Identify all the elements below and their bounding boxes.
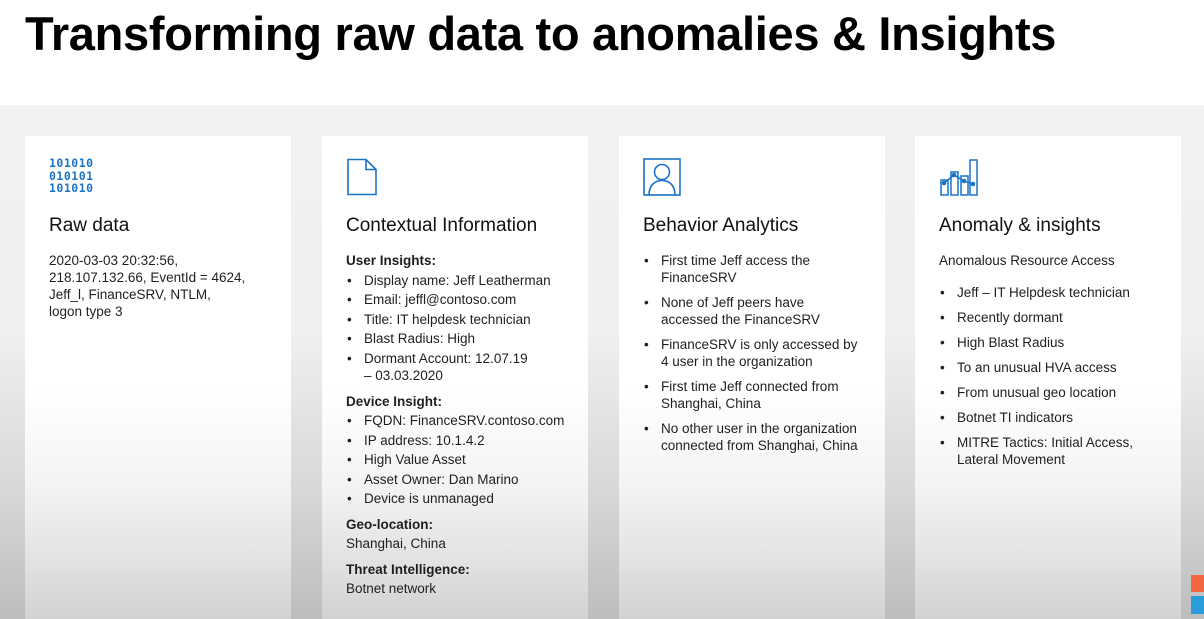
card-anomaly-insights: Anomaly & insights Anomalous Resource Ac… (915, 136, 1181, 619)
list-item: No other user in the organization connec… (643, 420, 866, 454)
corner-tile-blue (1191, 596, 1204, 614)
behavior-analytics-body: First time Jeff access the FinanceSRV No… (643, 252, 863, 454)
anomaly-subtitle: Anomalous Resource Access (939, 253, 1115, 268)
binary-icon: 101010 010101 101010 (49, 156, 94, 195)
list-item: First time Jeff connected from Shanghai,… (643, 378, 866, 412)
card-contextual-information: Contextual Information User Insights: Di… (322, 136, 588, 619)
section-title: Device Insight: (346, 393, 443, 409)
section-title: User Insights: (346, 253, 437, 268)
section-title: Threat Intelligence: (346, 562, 470, 577)
analytics-chart-icon-svg (940, 159, 978, 196)
user-icon (643, 158, 863, 198)
user-icon-svg (643, 158, 681, 196)
card-raw-data: 101010 010101 101010 Raw data 2020-03-03… (25, 136, 291, 619)
list-item: Email: jeffl@contoso.com (346, 291, 566, 308)
list-item: MITRE Tactics: Initial Access, Lateral M… (939, 434, 1157, 468)
anomaly-insights-body: Anomalous Resource Access Jeff – IT Help… (939, 252, 1159, 468)
analytics-chart-icon (939, 158, 1159, 198)
list-item: None of Jeff peers have accessed the Fin… (643, 294, 836, 328)
card-heading: Contextual Information (346, 215, 538, 236)
list-item: Recently dormant (939, 309, 1159, 326)
section-title: Geo-location: (346, 517, 433, 532)
list-item: Device is unmanaged (346, 490, 566, 507)
corner-tile-orange (1191, 575, 1204, 592)
raw-data-text: 2020-03-03 20:32:56, 218.107.132.66, Eve… (49, 253, 246, 319)
document-icon (346, 158, 566, 198)
card-behavior-analytics: Behavior Analytics First time Jeff acces… (619, 136, 885, 619)
list-item: IP address: 10.1.4.2 (346, 432, 566, 449)
list-item: Asset Owner: Dan Marino (346, 471, 566, 488)
behavior-list: First time Jeff access the FinanceSRV No… (643, 252, 863, 454)
user-insights-list: Display name: Jeff Leatherman Email: jef… (346, 272, 566, 384)
list-item: Dormant Account: 12.07.19 – 03.03.2020 (346, 350, 534, 384)
list-item: Botnet TI indicators (939, 409, 1159, 426)
list-item: Display name: Jeff Leatherman (346, 272, 566, 289)
list-item: FQDN: FinanceSRV.contoso.com (346, 412, 566, 429)
card-heading: Raw data (49, 215, 130, 236)
card-heading: Behavior Analytics (643, 215, 799, 236)
slide-title: Transforming raw data to anomalies & Ins… (25, 7, 1057, 60)
card-heading: Anomaly & insights (939, 215, 1101, 236)
list-item: Jeff – IT Helpdesk technician (939, 284, 1159, 301)
anomaly-list: Jeff – IT Helpdesk technician Recently d… (939, 284, 1159, 468)
list-item: From unusual geo location (939, 384, 1159, 401)
list-item: High Blast Radius (939, 334, 1159, 351)
list-item: First time Jeff access the FinanceSRV (643, 252, 831, 286)
list-item: Blast Radius: High (346, 330, 566, 347)
list-item: High Value Asset (346, 451, 566, 468)
list-item: To an unusual HVA access (939, 359, 1159, 376)
threat-intel-value: Botnet network (346, 581, 437, 596)
device-insight-list: FQDN: FinanceSRV.contoso.com IP address:… (346, 412, 566, 507)
document-icon-svg (347, 158, 377, 196)
geo-location-value: Shanghai, China (346, 536, 446, 551)
list-item: FinanceSRV is only accessed by 4 user in… (643, 336, 866, 370)
contextual-info-body: User Insights: Display name: Jeff Leathe… (346, 252, 566, 597)
list-item: Title: IT helpdesk technician (346, 311, 566, 328)
